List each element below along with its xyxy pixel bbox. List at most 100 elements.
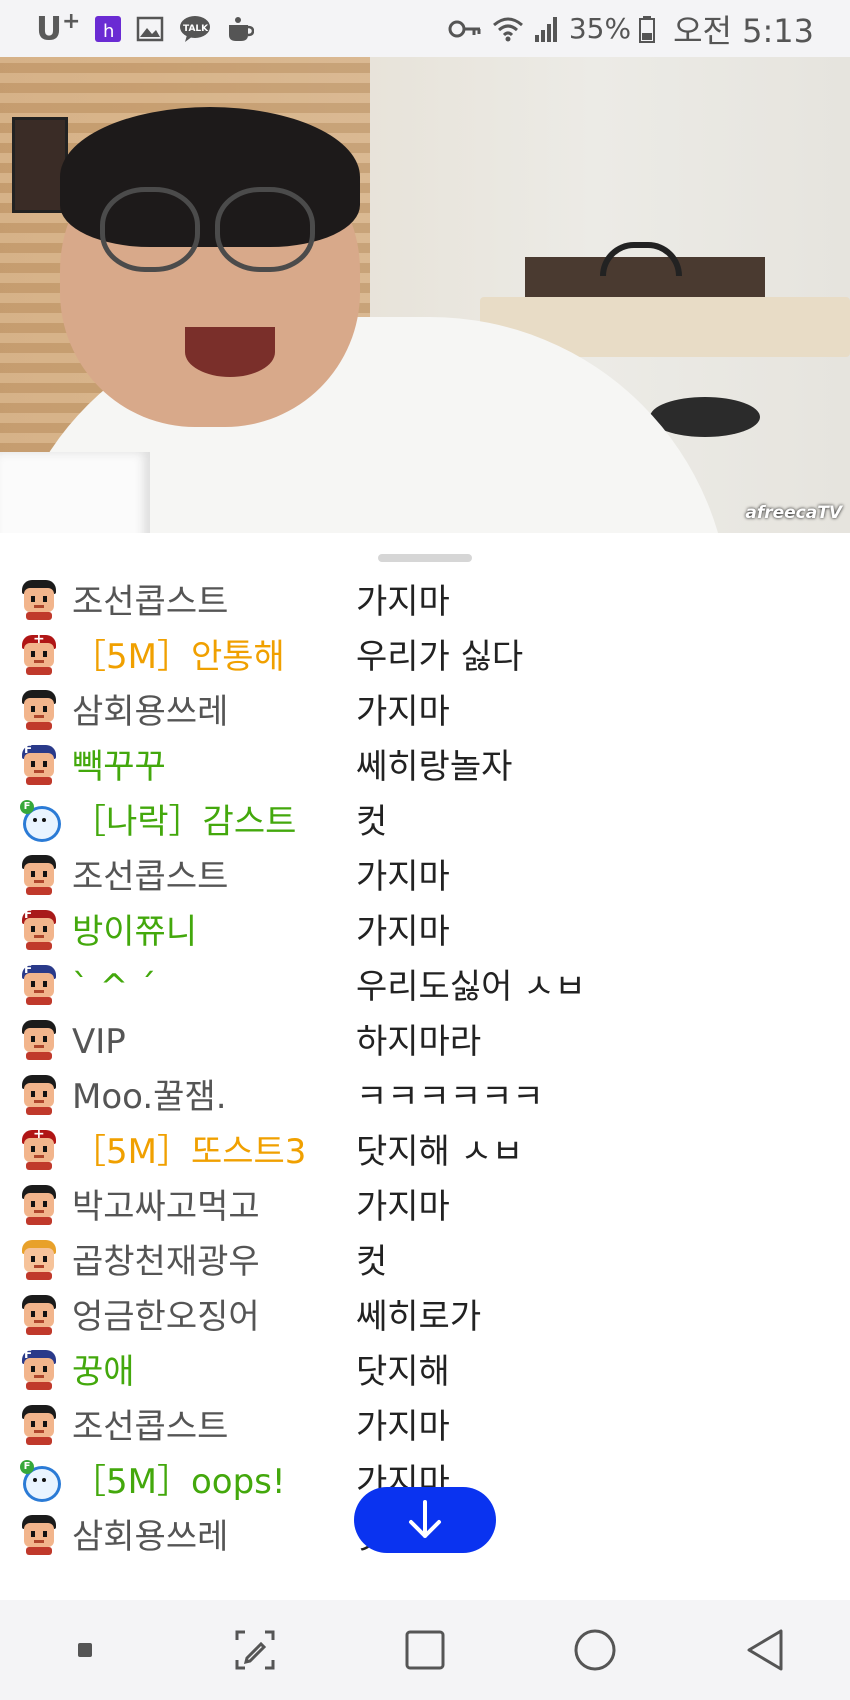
user-avatar-icon [20,1185,58,1225]
user-avatar-icon [20,1295,58,1335]
video-player[interactable]: afreecaTV [0,57,850,533]
chat-message-row[interactable]: 방이쮸니 가지마 [0,904,850,964]
chat-nickname[interactable]: Moo.꿀잼. [72,1073,227,1121]
nav-dot-button[interactable] [40,1620,130,1680]
chat-message-text: 닷지해 ㅅㅂ [356,1132,524,1172]
chat-message-row[interactable]: 꿍애 닷지해 [0,1344,850,1404]
chat-nickname[interactable]: 꿍애 [72,1348,135,1396]
chat-nickname[interactable]: 곱창천재광우 [72,1238,260,1286]
screen-capture-button[interactable] [210,1620,300,1680]
cup-icon [229,16,255,41]
chat-message-text: 가지마 [356,1407,450,1447]
chat-nickname[interactable]: ［5M］안통해 [72,633,285,681]
svg-text:h: h [103,21,114,42]
battery-percent: 35% [568,12,632,45]
user-avatar-icon: F [20,800,61,842]
chat-nickname[interactable]: 삼회용쓰레 [72,688,228,736]
user-avatar-icon [20,1020,58,1060]
user-avatar-icon [20,855,58,895]
chat-nickname[interactable]: ［5M］oops! [72,1458,286,1506]
chat-nickname[interactable]: ` ^ ´ [72,963,156,1011]
chat-message-row[interactable]: 곱창천재광우 컷 [0,1234,850,1294]
chat-message-text: 하지마라 [356,1022,482,1062]
chat-message-row[interactable]: F ［나락］감스트 컷 [0,794,850,854]
chat-message-row[interactable]: VIP 하지마라 [0,1014,850,1074]
chat-message-row[interactable]: ` ^ ´ 우리도싫어 ㅅㅂ [0,959,850,1019]
chat-nickname[interactable]: 조선콥스트 [72,578,228,626]
chat-message-text: 닷지해 [356,1352,450,1392]
svg-text:TALK: TALK [183,24,209,34]
chat-message-row[interactable]: 빽꾸꾸 쎄히랑놀자 [0,739,850,799]
back-button[interactable] [720,1620,810,1680]
user-avatar-icon [20,1515,58,1555]
chat-message-text: 가지마 [356,1187,450,1227]
arrow-down-icon [409,1500,441,1538]
chat-message-row[interactable]: ［5M］또스트3 닷지해 ㅅㅂ [0,1124,850,1184]
dot-icon [78,1643,92,1657]
chat-message-row[interactable]: 조선콥스트 가지마 [0,849,850,909]
key-icon [448,20,481,37]
wifi-icon [492,17,523,41]
recent-apps-button[interactable] [380,1620,470,1680]
user-avatar-icon [20,962,58,1005]
clock: 오전 5:13 [673,11,814,50]
triangle-back-icon [747,1629,783,1671]
battery-icon [639,15,656,43]
talk-icon: TALK [180,15,211,42]
signal-icon [534,16,557,42]
user-avatar-icon [20,1240,58,1280]
chat-message-text: 우리가 싫다 [356,637,524,677]
chat-nickname[interactable]: ［5M］또스트3 [72,1128,306,1176]
system-nav-bar [0,1600,850,1700]
chat-message-row[interactable]: 삼회용쓰레 가지마 [0,684,850,744]
image-icon [137,16,164,41]
chat-message-text: 가지마 [356,582,450,622]
circle-icon [574,1629,616,1671]
streamer-mouth [185,327,275,377]
carrier-label: U+ [36,9,81,48]
user-avatar-icon: F [20,1460,61,1502]
chat-message-text: 우리도싫어 ㅅㅂ [356,967,586,1007]
scroll-to-bottom-button[interactable] [354,1487,496,1553]
mug [0,452,150,533]
chat-drag-handle[interactable] [378,554,472,562]
chat-nickname[interactable]: 엉금한오징어 [72,1293,260,1341]
chat-nickname[interactable]: ［나락］감스트 [72,798,296,846]
user-avatar-icon [20,1347,58,1390]
chair [650,397,760,437]
chat-message-row[interactable]: ［5M］안통해 우리가 싫다 [0,629,850,689]
chat-message-text: 가지마 [356,857,450,897]
square-icon [405,1630,445,1670]
chat-message-row[interactable]: Moo.꿀잼. ㅋㅋㅋㅋㅋㅋ [0,1069,850,1129]
chat-nickname[interactable]: 박고싸고먹고 [72,1183,260,1231]
chat-message-row[interactable]: 엉금한오징어 쎄히로가 [0,1289,850,1349]
chat-nickname[interactable]: 삼회용쓰레 [72,1513,228,1561]
user-avatar-icon [20,742,58,785]
chat-message-text: 컷 [356,1242,388,1282]
chat-message-row[interactable]: 조선콥스트 가지마 [0,1399,850,1459]
chat-nickname[interactable]: VIP [72,1018,126,1066]
glasses [215,187,315,272]
headphones [600,242,682,276]
status-bar: U+ h TALK 35% 오전 5:13 [0,0,850,57]
user-avatar-icon [20,580,58,620]
user-avatar-icon [20,907,58,950]
chat-message-row[interactable]: 조선콥스트 가지마 [0,574,850,634]
chat-message-row[interactable]: 박고싸고먹고 가지마 [0,1179,850,1239]
chat-message-text: 가지마 [356,912,450,952]
edit-capture-icon [235,1630,275,1670]
chat-message-text: 쎄히랑놀자 [356,747,513,787]
chat-nickname[interactable]: 방이쮸니 [72,908,197,956]
glasses [100,187,200,272]
chat-message-text: ㅋㅋㅋㅋㅋㅋ [356,1077,544,1117]
user-avatar-icon [20,1075,58,1115]
chat-nickname[interactable]: 조선콥스트 [72,853,228,901]
chat-nickname[interactable]: 조선콥스트 [72,1403,228,1451]
user-avatar-icon [20,1405,58,1445]
home-button[interactable] [550,1620,640,1680]
chat-list[interactable]: 조선콥스트가지마［5M］안통해우리가 싫다삼회용쓰레가지마빽꾸꾸쎄히랑놀자F［나… [0,572,850,1600]
user-avatar-icon [20,631,58,675]
user-avatar-icon [20,690,58,730]
chat-message-text: 컷 [356,802,388,842]
chat-nickname[interactable]: 빽꾸꾸 [72,743,166,791]
